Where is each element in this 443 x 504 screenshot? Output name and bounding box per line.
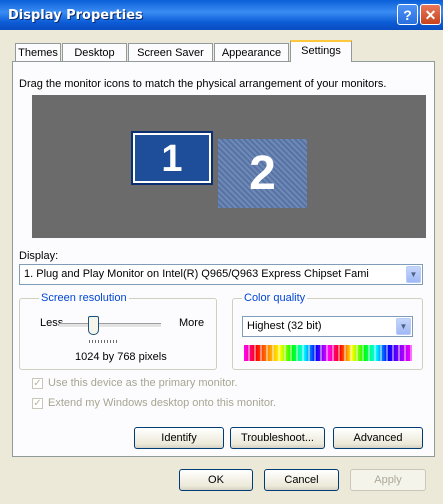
- color-quality-select[interactable]: Highest (32 bit) ▼: [242, 316, 413, 337]
- primary-monitor-checkbox[interactable]: ✓: [32, 378, 43, 389]
- tab-desktop[interactable]: Desktop: [62, 43, 127, 61]
- tab-themes[interactable]: Themes: [15, 43, 61, 61]
- resolution-more-label: More: [179, 317, 205, 329]
- color-spectrum-bar: [244, 345, 412, 361]
- primary-monitor-label: Use this device as the primary monitor.: [48, 377, 238, 389]
- display-select[interactable]: 1. Plug and Play Monitor on Intel(R) Q96…: [19, 264, 423, 285]
- troubleshoot-button[interactable]: Troubleshoot...: [230, 427, 325, 449]
- slider-ticks: [89, 340, 119, 343]
- tab-appearance[interactable]: Appearance: [214, 43, 289, 61]
- extend-desktop-checkbox[interactable]: ✓: [32, 398, 43, 409]
- identify-button[interactable]: Identify: [134, 427, 224, 449]
- close-button[interactable]: ✕: [420, 4, 441, 25]
- window-title: Display Properties: [8, 8, 143, 23]
- title-bar[interactable]: Display Properties ? ✕: [0, 0, 443, 30]
- color-quality-value: Highest (32 bit): [247, 320, 322, 332]
- apply-button[interactable]: Apply: [350, 469, 426, 491]
- color-quality-title: Color quality: [242, 292, 308, 304]
- tab-screen-saver[interactable]: Screen Saver: [128, 43, 213, 61]
- chevron-down-icon[interactable]: ▼: [406, 266, 421, 283]
- resolution-slider-thumb[interactable]: [88, 316, 99, 335]
- screen-resolution-title: Screen resolution: [39, 292, 129, 304]
- cancel-button[interactable]: Cancel: [264, 469, 339, 491]
- instructions-text: Drag the monitor icons to match the phys…: [19, 78, 387, 90]
- extend-desktop-label: Extend my Windows desktop onto this moni…: [48, 397, 277, 409]
- resolution-slider-track[interactable]: [59, 323, 161, 328]
- monitor-1-icon[interactable]: 1: [131, 131, 213, 185]
- monitor-2-icon[interactable]: 2: [218, 139, 307, 208]
- display-label: Display:: [19, 250, 59, 262]
- help-button[interactable]: ?: [397, 4, 418, 25]
- advanced-button[interactable]: Advanced: [333, 427, 423, 449]
- chevron-down-icon[interactable]: ▼: [396, 318, 411, 335]
- tab-settings[interactable]: Settings: [290, 40, 352, 62]
- resolution-value: 1024 by 768 pixels: [75, 351, 167, 363]
- ok-button[interactable]: OK: [179, 469, 253, 491]
- display-select-value: 1. Plug and Play Monitor on Intel(R) Q96…: [24, 268, 369, 280]
